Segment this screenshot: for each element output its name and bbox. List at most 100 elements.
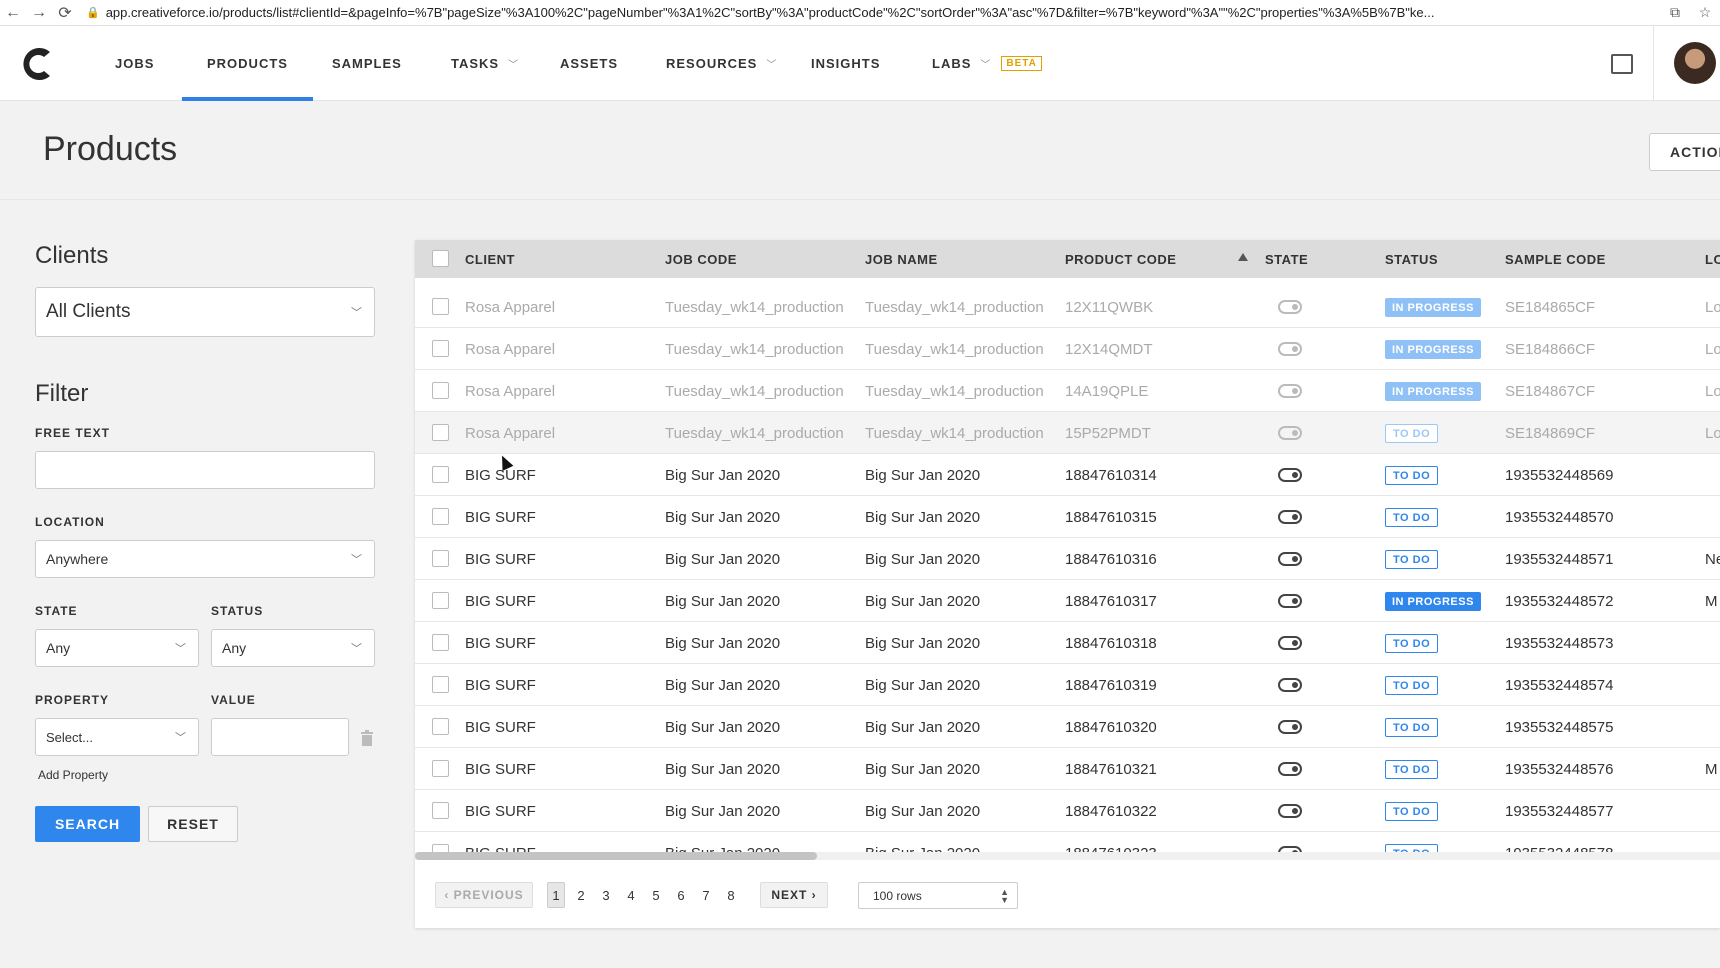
col-sample-code[interactable]: SAMPLE CODE (1505, 240, 1606, 278)
state-toggle-icon[interactable] (1278, 804, 1302, 818)
cell-product-code: 18847610314 (1065, 466, 1157, 484)
table-row[interactable]: Rosa Apparel Tuesday_wk14_production Tuesd… (415, 412, 1720, 454)
nav-labs[interactable]: LABS ﹀ BETA (932, 26, 1042, 101)
col-state[interactable]: STATE (1265, 240, 1308, 278)
col-product-code[interactable]: PRODUCT CODE (1065, 240, 1176, 278)
nav-tasks[interactable]: TASKS ﹀ (451, 26, 519, 101)
row-checkbox[interactable] (432, 466, 449, 483)
nav-insights[interactable]: INSIGHTS (811, 26, 880, 101)
table-row[interactable]: Rosa Apparel Tuesday_wk14_production Tuesd… (415, 370, 1720, 412)
add-property-link[interactable]: Add Property (38, 768, 108, 782)
row-checkbox[interactable] (432, 382, 449, 399)
page-number[interactable]: 3 (597, 882, 615, 908)
state-toggle-icon[interactable] (1278, 300, 1302, 314)
trash-icon[interactable] (360, 730, 374, 746)
state-toggle-icon[interactable] (1278, 762, 1302, 776)
rows-per-page-value: 100 rows (873, 888, 922, 903)
table-row[interactable]: BIG SURF Big Sur Jan 2020 Big Sur Jan 2020… (415, 538, 1720, 580)
row-checkbox[interactable] (432, 760, 449, 777)
property-select[interactable]: Select... ﹀ (35, 718, 199, 756)
table-row[interactable]: Rosa Apparel Tuesday_wk14_production Tuesd… (415, 286, 1720, 328)
page-number[interactable]: 1 (547, 882, 565, 908)
value-input[interactable] (211, 718, 349, 756)
state-toggle-icon[interactable] (1278, 594, 1302, 608)
row-checkbox[interactable] (432, 424, 449, 441)
row-checkbox[interactable] (432, 718, 449, 735)
user-avatar[interactable] (1674, 42, 1716, 84)
back-arrow-icon[interactable]: ← (0, 4, 26, 22)
nav-labs-label: LABS (932, 56, 972, 71)
nav-assets[interactable]: ASSETS (560, 26, 618, 101)
state-toggle-icon[interactable] (1278, 384, 1302, 398)
row-checkbox[interactable] (432, 844, 449, 852)
row-checkbox[interactable] (432, 802, 449, 819)
col-location[interactable]: LO (1705, 240, 1720, 278)
address-bar[interactable]: app.creativeforce.io/products/list#clien… (106, 5, 1660, 20)
table-row[interactable]: BIG SURF Big Sur Jan 2020 Big Sur Jan 2020… (415, 454, 1720, 496)
creativeforce-logo[interactable] (20, 44, 56, 84)
clients-select[interactable]: All Clients ﹀ (35, 287, 375, 337)
previous-page-button[interactable]: ‹ PREVIOUS (435, 882, 533, 908)
page-number[interactable]: 5 (647, 882, 665, 908)
chevron-down-icon: ﹀ (766, 60, 778, 71)
page-number[interactable]: 6 (672, 882, 690, 908)
col-job-name[interactable]: JOB NAME (865, 240, 938, 278)
reload-icon[interactable]: ⟳ (52, 3, 78, 23)
col-client[interactable]: CLIENT (465, 240, 515, 278)
row-checkbox[interactable] (432, 298, 449, 315)
select-all-checkbox[interactable] (432, 250, 449, 267)
reset-button[interactable]: RESET (148, 806, 238, 842)
table-row[interactable]: BIG SURF Big Sur Jan 2020 Big Sur Jan 2020… (415, 790, 1720, 832)
state-toggle-icon[interactable] (1278, 720, 1302, 734)
row-checkbox[interactable] (432, 592, 449, 609)
next-page-button[interactable]: NEXT › (760, 882, 828, 908)
row-checkbox[interactable] (432, 550, 449, 567)
cell-job-code: Tuesday_wk14_production (665, 340, 844, 358)
location-select[interactable]: Anywhere ﹀ (35, 540, 375, 578)
horizontal-scrollbar[interactable] (415, 852, 1720, 860)
rows-per-page-select[interactable]: 100 rows ▲ ▼ (858, 882, 1018, 909)
table-row[interactable]: BIG SURF Big Sur Jan 2020 Big Sur Jan 2020… (415, 664, 1720, 706)
search-button[interactable]: SEARCH (35, 806, 140, 842)
nav-products[interactable]: PRODUCTS (182, 26, 313, 101)
cell-job-name: Big Sur Jan 2020 (865, 634, 981, 652)
scrollbar-thumb[interactable] (415, 852, 817, 860)
forward-arrow-icon[interactable]: → (26, 4, 52, 22)
state-select[interactable]: Any ﹀ (35, 629, 199, 667)
state-toggle-icon[interactable] (1278, 678, 1302, 692)
page-number[interactable]: 7 (697, 882, 715, 908)
actions-button[interactable]: ACTIONS (1649, 133, 1720, 171)
row-checkbox[interactable] (432, 634, 449, 651)
nav-resources[interactable]: RESOURCES ﹀ (666, 26, 777, 101)
status-select[interactable]: Any ﹀ (211, 629, 375, 667)
table-row[interactable]: BIG SURF Big Sur Jan 2020 Big Sur Jan 2020… (415, 622, 1720, 664)
row-checkbox[interactable] (432, 340, 449, 357)
free-text-input[interactable] (35, 451, 375, 489)
open-external-icon[interactable]: ⧉ (1660, 4, 1690, 21)
state-toggle-icon[interactable] (1278, 552, 1302, 566)
row-checkbox[interactable] (432, 508, 449, 525)
table-header: CLIENT JOB CODE JOB NAME PRODUCT CODE ST… (415, 240, 1720, 278)
col-status[interactable]: STATUS (1385, 240, 1438, 278)
nav-samples[interactable]: SAMPLES (332, 26, 402, 101)
page-number[interactable]: 2 (572, 882, 590, 908)
nav-jobs[interactable]: JOBS (115, 26, 154, 101)
page-number[interactable]: 4 (622, 882, 640, 908)
table-row[interactable]: Rosa Apparel Tuesday_wk14_production Tuesd… (415, 328, 1720, 370)
table-row[interactable]: BIG SURF Big Sur Jan 2020 Big Sur Jan 2020… (415, 832, 1720, 852)
table-row[interactable]: BIG SURF Big Sur Jan 2020 Big Sur Jan 2020… (415, 496, 1720, 538)
table-row[interactable]: BIG SURF Big Sur Jan 2020 Big Sur Jan 2020… (415, 748, 1720, 790)
state-toggle-icon[interactable] (1278, 426, 1302, 440)
state-toggle-icon[interactable] (1278, 468, 1302, 482)
state-toggle-icon[interactable] (1278, 342, 1302, 356)
table-row[interactable]: BIG SURF Big Sur Jan 2020 Big Sur Jan 2020… (415, 580, 1720, 622)
row-checkbox[interactable] (432, 676, 449, 693)
sort-ascending-icon[interactable] (1238, 253, 1248, 261)
state-toggle-icon[interactable] (1278, 636, 1302, 650)
inbox-icon[interactable] (1611, 54, 1633, 74)
table-row[interactable]: BIG SURF Big Sur Jan 2020 Big Sur Jan 2020… (415, 706, 1720, 748)
bookmark-star-icon[interactable]: ☆ (1690, 4, 1720, 21)
state-toggle-icon[interactable] (1278, 510, 1302, 524)
page-number[interactable]: 8 (722, 882, 740, 908)
col-job-code[interactable]: JOB CODE (665, 240, 737, 278)
